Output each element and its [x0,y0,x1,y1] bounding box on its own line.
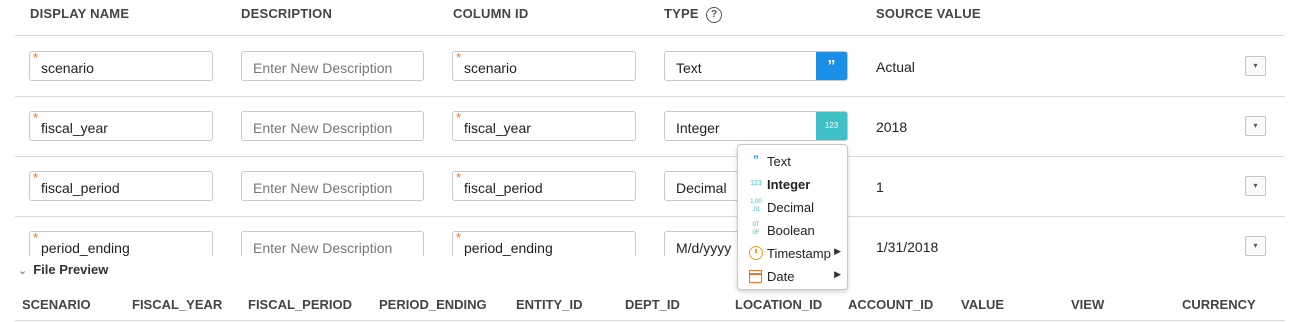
display-name-value: fiscal_period [41,180,120,196]
required-marker: * [33,231,39,245]
preview-column-header: ENTITY_ID [516,297,583,312]
display-name-value: fiscal_year [41,120,108,136]
required-marker: * [33,111,39,125]
type-value: M/d/yyyy [676,240,732,256]
preview-column-header: FISCAL_YEAR [132,297,223,312]
clock-icon [749,246,763,260]
preview-column-header: PERIOD_ENDING [379,297,487,312]
type-dropdown-menu: ” Text 123 Integer 1.00.01 Decimal 0T 0F … [737,144,848,290]
boolean-icon: 0T 0F [748,222,764,236]
column-id-input[interactable]: * scenario [452,51,636,81]
display-name-input[interactable]: * period_ending [29,231,213,256]
preview-column-header: ACCOUNT_ID [848,297,934,312]
file-preview-title: File Preview [33,262,109,277]
decimal-icon: 1.00 .01 [748,199,764,213]
display-name-value: period_ending [41,240,130,256]
display-name-value: scenario [41,60,94,76]
menu-item-date[interactable]: Date ▶ [748,268,844,286]
menu-item-label: Timestamp [767,246,831,261]
row-divider [15,96,1285,97]
menu-item-text[interactable]: ” Text [748,153,844,171]
preview-divider [15,320,1285,321]
required-marker: * [456,111,462,125]
row-divider [15,156,1285,157]
calendar-icon [749,270,762,283]
column-id-input[interactable]: * period_ending [452,231,636,256]
preview-column-header: VALUE [961,297,1005,312]
type-value: Integer [676,120,720,136]
source-value: Actual [876,59,915,75]
column-id-value: period_ending [464,240,553,256]
preview-column-header: CURRENCY [1182,297,1256,312]
row-menu-button[interactable]: ▾ [1245,56,1266,76]
preview-column-header: FISCAL_PERIOD [248,297,353,312]
menu-item-label: Integer [767,177,811,192]
column-id-value: fiscal_period [464,180,543,196]
column-id-input[interactable]: * fiscal_year [452,111,636,141]
display-name-input[interactable]: * fiscal_year [29,111,213,141]
preview-column-header: VIEW [1071,297,1105,312]
menu-item-label: Boolean [767,223,815,238]
row-menu-button[interactable]: ▾ [1245,236,1266,256]
quote-icon: ” [753,153,759,167]
menu-item-boolean[interactable]: 0T 0F Boolean [748,222,844,240]
description-input[interactable]: Enter New Description [241,51,424,81]
integer-icon[interactable]: 123 [816,112,847,140]
type-selector[interactable]: Integer 123 [664,111,848,141]
display-name-input[interactable]: * fiscal_period [29,171,213,201]
description-input[interactable]: Enter New Description [241,231,424,256]
type-selector[interactable]: Text ” [664,51,848,81]
row-menu-button[interactable]: ▾ [1245,176,1266,196]
preview-column-header: DEPT_ID [625,297,680,312]
submenu-arrow-icon: ▶ [834,269,841,279]
row-divider [15,216,1285,217]
description-input[interactable]: Enter New Description [241,171,424,201]
chevron-down-icon: ⌄ [18,265,28,277]
preview-column-header: LOCATION_ID [735,297,823,312]
menu-item-timestamp[interactable]: Timestamp ▶ [748,245,844,263]
menu-item-integer[interactable]: 123 Integer [748,176,844,194]
row-menu-button[interactable]: ▾ [1245,116,1266,136]
decimal-icon-bottom: .01 [751,207,761,213]
type-value: Decimal [676,180,727,196]
required-marker: * [456,231,462,245]
required-marker: * [33,171,39,185]
description-input[interactable]: Enter New Description [241,111,424,141]
menu-item-label: Date [767,269,795,284]
required-marker: * [456,171,462,185]
column-id-input[interactable]: * fiscal_period [452,171,636,201]
column-id-value: scenario [464,60,517,76]
source-value: 1 [876,179,884,195]
file-preview-toggle[interactable]: ⌄ File Preview [18,262,108,277]
menu-item-label: Decimal [767,200,814,215]
display-name-input[interactable]: * scenario [29,51,213,81]
boolean-icon-top: 0T [752,222,760,228]
boolean-icon-bottom: 0F [752,230,760,236]
preview-column-header: SCENARIO [22,297,91,312]
column-id-value: fiscal_year [464,120,531,136]
required-marker: * [456,51,462,65]
source-value: 1/31/2018 [876,239,939,255]
required-marker: * [33,51,39,65]
column-rows: * scenario Enter New Description * scena… [0,0,1300,256]
menu-item-label: Text [767,154,791,169]
submenu-arrow-icon: ▶ [834,246,841,256]
quote-icon[interactable]: ” [816,52,847,80]
integer-icon: 123 [750,180,762,187]
source-value: 2018 [876,119,908,135]
decimal-icon-top: 1.00 [750,199,762,205]
type-value: Text [676,60,702,76]
menu-item-decimal[interactable]: 1.00 .01 Decimal [748,199,844,217]
